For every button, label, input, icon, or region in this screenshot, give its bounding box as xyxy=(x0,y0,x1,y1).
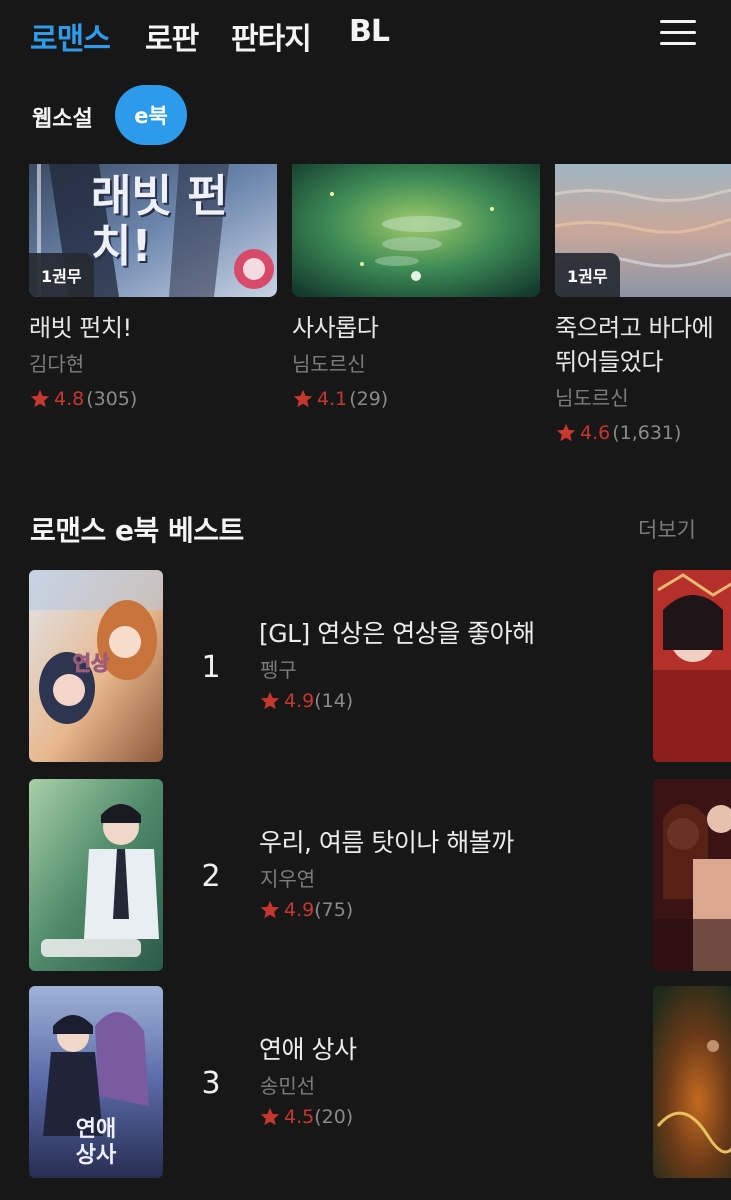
side-book-cover[interactable] xyxy=(653,779,731,971)
rating-count: (1,631) xyxy=(612,422,682,444)
side-book-cover[interactable] xyxy=(653,570,731,762)
book-cover[interactable]: 래빗 펀치! 1권무 xyxy=(29,164,277,297)
book-cover[interactable]: 1권무 xyxy=(555,164,731,297)
svg-text:연애: 연애 xyxy=(76,1117,116,1142)
book-author[interactable]: 펭구 xyxy=(260,654,297,683)
star-icon xyxy=(30,389,50,408)
svg-text:상사: 상사 xyxy=(76,1143,117,1168)
top-navigation: 로맨스 로판 판타지 BL xyxy=(0,0,731,68)
svg-text:연상: 연상 xyxy=(73,651,110,675)
section-title: 로맨스 e북 베스트 xyxy=(30,514,244,547)
ranking-row[interactable]: 연애 상사 3 연애 상사 송민선 4.5 (20) xyxy=(0,986,731,1178)
rating-score: 4.5 xyxy=(284,1106,315,1128)
tab-fantasy[interactable]: 판타지 xyxy=(231,14,312,58)
book-title[interactable]: 우리, 여름 탓이나 해볼까 xyxy=(259,823,514,859)
carousel-card[interactable]: 1권무 죽으려고 바다에 뛰어들었다 님도르신 4.6 (1,631) xyxy=(555,164,731,449)
more-link[interactable]: 더보기 xyxy=(638,514,696,544)
tab-romance-fantasy[interactable]: 로판 xyxy=(145,14,199,58)
carousel-card[interactable]: 래빗 펀치! 1권무 래빗 펀치! 김다현 4.8 (305) xyxy=(29,164,277,415)
hamburger-menu-icon[interactable] xyxy=(660,20,696,46)
book-cover[interactable] xyxy=(292,164,540,297)
rating-score: 4.1 xyxy=(317,388,348,410)
featured-carousel: 래빗 펀치! 1권무 래빗 펀치! 김다현 4.8 (305) 사사롭다 님도르… xyxy=(0,164,731,464)
tab-romance[interactable]: 로맨스 xyxy=(30,14,111,58)
star-icon xyxy=(260,1107,280,1126)
ranking-row[interactable]: 2 우리, 여름 탓이나 해볼까 지우연 4.9 (75) xyxy=(0,779,731,971)
book-cover[interactable]: 연애 상사 xyxy=(29,986,163,1178)
book-rating: 4.6 (1,631) xyxy=(555,417,731,449)
book-rating: 4.9 (14) xyxy=(259,690,353,712)
rank-number: 2 xyxy=(201,859,221,894)
book-author[interactable]: 님도르신 xyxy=(555,381,731,415)
rating-count: (305) xyxy=(86,388,138,410)
book-title[interactable]: [GL] 연상은 연상을 좋아해 xyxy=(259,614,535,650)
free-volume-badge: 1권무 xyxy=(555,253,620,297)
rank-number: 1 xyxy=(201,650,221,685)
rating-count: (75) xyxy=(314,899,354,921)
side-book-cover[interactable] xyxy=(653,986,731,1178)
book-title[interactable]: 연애 상사 xyxy=(259,1030,357,1066)
star-icon xyxy=(260,900,280,919)
book-author[interactable]: 지우연 xyxy=(260,863,315,892)
book-author[interactable]: 님도르신 xyxy=(292,347,540,381)
tab-bl[interactable]: BL xyxy=(349,14,390,49)
ranking-row[interactable]: 연상 1 [GL] 연상은 연상을 좋아해 펭구 4.9 (14) xyxy=(0,570,731,762)
star-icon xyxy=(260,691,280,710)
book-title[interactable]: 사사롭다 xyxy=(292,311,540,345)
book-cover[interactable]: 연상 xyxy=(29,570,163,762)
book-cover[interactable] xyxy=(29,779,163,971)
book-title[interactable]: 죽으려고 바다에 뛰어들었다 xyxy=(555,311,731,379)
subtab-ebook[interactable]: e북 xyxy=(115,85,187,145)
book-rating: 4.8 (305) xyxy=(29,383,277,415)
carousel-card[interactable]: 사사롭다 님도르신 4.1 (29) xyxy=(292,164,540,415)
free-volume-badge: 1권무 xyxy=(29,253,94,297)
rating-score: 4.9 xyxy=(284,899,315,921)
rating-count: (14) xyxy=(314,690,354,712)
subtab-webnovel[interactable]: 웹소설 xyxy=(32,101,93,133)
rating-count: (20) xyxy=(314,1106,354,1128)
rating-score: 4.9 xyxy=(284,690,315,712)
rating-count: (29) xyxy=(349,388,389,410)
star-icon xyxy=(293,389,313,408)
book-title[interactable]: 래빗 펀치! xyxy=(29,311,277,345)
book-author[interactable]: 김다현 xyxy=(29,347,277,381)
star-icon xyxy=(556,423,576,442)
rank-number: 3 xyxy=(201,1066,221,1101)
book-author[interactable]: 송민선 xyxy=(260,1070,315,1099)
book-rating: 4.5 (20) xyxy=(259,1106,353,1128)
book-rating: 4.1 (29) xyxy=(292,383,540,415)
rating-score: 4.6 xyxy=(580,422,611,444)
book-rating: 4.9 (75) xyxy=(259,899,353,921)
cover-title-art: 래빗 펀치! xyxy=(91,171,228,272)
rating-score: 4.8 xyxy=(54,388,85,410)
